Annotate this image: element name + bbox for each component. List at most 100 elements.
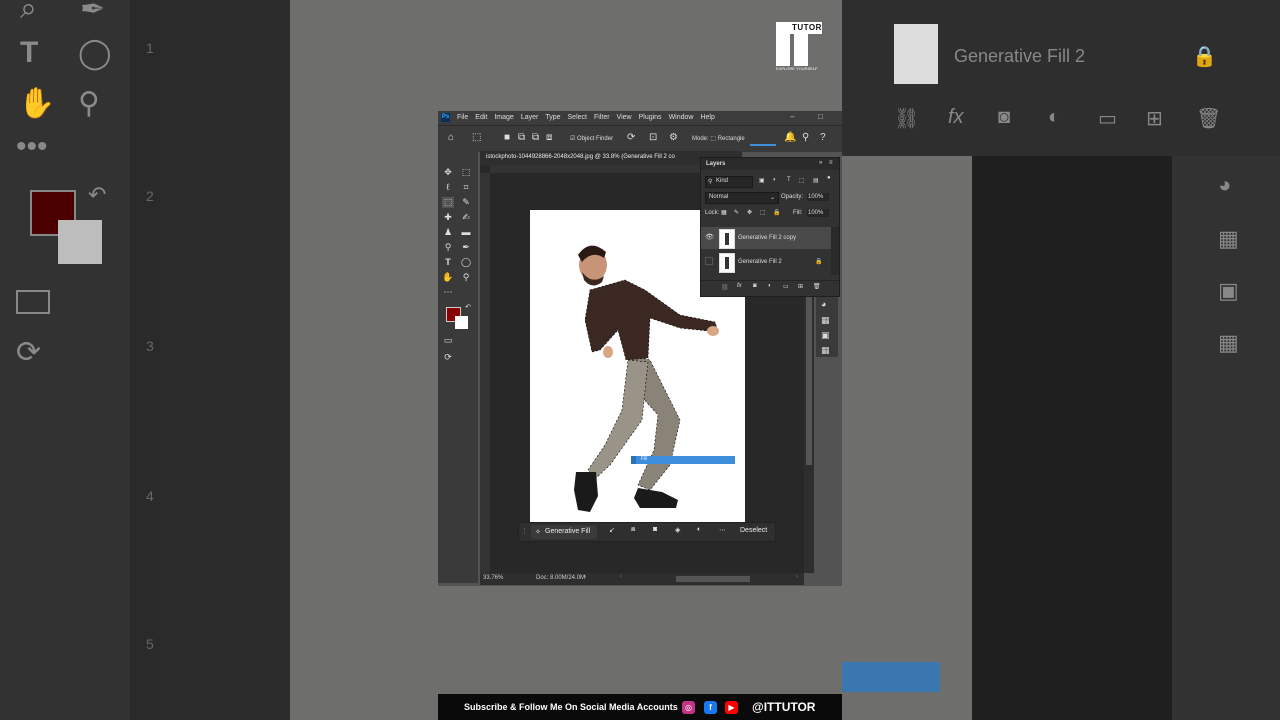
- adjustment-layer-icon[interactable]: ◐: [768, 283, 772, 289]
- subtract-selection-icon[interactable]: ⧉: [532, 132, 539, 143]
- gradient-tool-icon[interactable]: ▬: [460, 227, 472, 237]
- maximize-button[interactable]: □: [818, 112, 823, 121]
- help-icon[interactable]: ?: [820, 132, 826, 143]
- menu-filter[interactable]: Filter: [594, 114, 610, 121]
- layer-row[interactable]: Generative Fill 2 🔒: [701, 251, 831, 273]
- minimize-button[interactable]: –: [790, 112, 794, 121]
- background-color-swatch[interactable]: [455, 316, 468, 329]
- menu-image[interactable]: Image: [494, 114, 513, 121]
- refresh-icon[interactable]: ⟳: [627, 132, 635, 143]
- layers-panel-title[interactable]: Layers: [706, 161, 725, 167]
- filter-toggle-icon[interactable]: ●: [827, 175, 831, 181]
- vertical-scroll-thumb[interactable]: [806, 285, 812, 465]
- object-selection-tool-icon[interactable]: ⬚: [442, 197, 454, 208]
- menu-layer[interactable]: Layer: [521, 114, 539, 121]
- visibility-toggle[interactable]: [705, 257, 713, 265]
- youtube-icon[interactable]: ▶: [725, 701, 738, 714]
- layer-row[interactable]: 👁 Generative Fill 2 copy: [701, 227, 831, 249]
- filter-type-icon[interactable]: T: [787, 177, 791, 183]
- swatches-panel-icon[interactable]: ▦: [821, 315, 830, 326]
- blend-mode-select[interactable]: Normal ⌄: [705, 192, 779, 204]
- collapse-panel-icon[interactable]: »: [819, 160, 822, 166]
- swap-colors-icon[interactable]: ↶: [462, 303, 474, 311]
- filter-smart-object-icon[interactable]: ▤: [813, 177, 819, 184]
- menu-window[interactable]: Window: [669, 114, 694, 121]
- lock-position-icon[interactable]: ✥: [747, 209, 752, 216]
- horizontal-scroll-thumb[interactable]: [676, 576, 750, 582]
- link-layers-icon[interactable]: ⛓: [721, 284, 729, 291]
- object-selection-tool-icon[interactable]: ⬚: [472, 132, 481, 143]
- dodge-tool-icon[interactable]: ⚲: [442, 242, 454, 253]
- more-options-icon[interactable]: ⋯: [719, 526, 726, 534]
- panel-menu-icon[interactable]: ≡: [829, 160, 833, 166]
- new-layer-icon[interactable]: ⊞: [798, 283, 803, 290]
- move-tool-icon[interactable]: ✥: [442, 167, 454, 178]
- more-tools-icon[interactable]: ⋯: [442, 287, 454, 298]
- quick-mask-icon[interactable]: ▭: [442, 335, 454, 346]
- stamp-tool-icon[interactable]: ♟: [442, 227, 454, 238]
- menu-file[interactable]: File: [457, 114, 468, 121]
- fill-input[interactable]: 100%: [807, 209, 829, 217]
- lock-pixels-icon[interactable]: ▦: [721, 209, 727, 216]
- opacity-input[interactable]: 100%: [807, 193, 829, 201]
- lock-paint-icon[interactable]: ✎: [734, 209, 739, 216]
- marquee-tool-icon[interactable]: ⬚: [460, 167, 472, 178]
- lock-all-icon[interactable]: 🔒: [773, 209, 780, 216]
- menu-view[interactable]: View: [617, 114, 632, 121]
- menu-plugins[interactable]: Plugins: [639, 114, 662, 121]
- zoom-tool-icon[interactable]: ⚲: [460, 272, 472, 283]
- mode-select[interactable]: Mode: ⬚ Rectangle: [692, 135, 745, 142]
- scroll-left-icon[interactable]: ‹: [620, 574, 622, 580]
- lock-artboard-icon[interactable]: ⬚: [760, 209, 766, 216]
- fx-icon[interactable]: fx: [737, 283, 742, 289]
- modify-selection-icon[interactable]: ↙: [609, 526, 615, 534]
- generative-expand-icon[interactable]: ⟳: [442, 352, 454, 363]
- deselect-button[interactable]: Deselect: [740, 527, 767, 534]
- healing-brush-icon[interactable]: ✚: [442, 212, 454, 223]
- facebook-icon[interactable]: f: [704, 701, 717, 714]
- add-selection-icon[interactable]: ⧉: [518, 132, 525, 143]
- filter-adjustment-icon[interactable]: ◐: [773, 177, 777, 183]
- add-mask-icon[interactable]: ◙: [753, 283, 757, 289]
- eyedropper-tool-icon[interactable]: ✎: [460, 197, 472, 208]
- menu-select[interactable]: Select: [568, 114, 587, 121]
- intersect-selection-icon[interactable]: ⧈: [546, 132, 552, 143]
- object-finder-checkbox[interactable]: ☑ Object Finder: [570, 135, 613, 142]
- filter-pixel-icon[interactable]: ▣: [759, 177, 765, 184]
- create-mask-icon[interactable]: ◙: [653, 526, 657, 533]
- invert-selection-icon[interactable]: ⧈: [631, 526, 635, 534]
- color-panel-icon[interactable]: ◕: [821, 299, 826, 309]
- ellipse-tool-icon[interactable]: ◯: [460, 257, 472, 268]
- adjustment-icon[interactable]: ◐: [697, 526, 701, 533]
- show-all-objects-icon[interactable]: ⊡: [649, 132, 657, 143]
- status-arrow-icon[interactable]: ›: [584, 574, 586, 580]
- group-folder-icon[interactable]: ▭: [783, 283, 789, 290]
- delete-layer-icon[interactable]: 🗑: [813, 283, 821, 290]
- crop-tool-icon[interactable]: ⌗: [460, 182, 472, 193]
- new-selection-icon[interactable]: ■: [504, 132, 510, 143]
- layers-scrollbar[interactable]: [831, 227, 839, 275]
- brush-tool-icon[interactable]: ✍: [460, 212, 472, 223]
- bell-icon[interactable]: 🔔: [784, 132, 796, 143]
- menu-edit[interactable]: Edit: [475, 114, 487, 121]
- menu-help[interactable]: Help: [700, 114, 714, 121]
- menu-type[interactable]: Type: [545, 114, 560, 121]
- lasso-tool-icon[interactable]: ℓ: [442, 182, 454, 192]
- pen-tool-icon[interactable]: ✒: [460, 242, 472, 253]
- filter-shape-icon[interactable]: ⬚: [799, 177, 805, 184]
- settings-gear-icon[interactable]: ⚙: [669, 132, 678, 143]
- search-icon[interactable]: ⚲: [802, 132, 809, 143]
- instagram-icon[interactable]: ◎: [682, 701, 695, 714]
- zoom-level[interactable]: 33.76%: [483, 575, 503, 581]
- drag-handle-icon[interactable]: ⋮: [521, 527, 528, 535]
- eye-icon[interactable]: 👁: [705, 233, 714, 241]
- home-icon[interactable]: ⌂: [448, 132, 454, 143]
- type-tool-icon[interactable]: T: [442, 257, 454, 267]
- scroll-right-icon[interactable]: ›: [796, 574, 798, 580]
- hand-tool-icon[interactable]: ✋: [442, 272, 454, 283]
- gradients-panel-icon[interactable]: ▣: [821, 330, 830, 341]
- filter-kind-select[interactable]: ⚲ Kind: [705, 176, 753, 188]
- fill-selection-icon[interactable]: ◈: [675, 526, 680, 534]
- generative-fill-button[interactable]: ✧ Generative Fill: [531, 525, 597, 539]
- patterns-panel-icon[interactable]: ▦: [821, 345, 830, 356]
